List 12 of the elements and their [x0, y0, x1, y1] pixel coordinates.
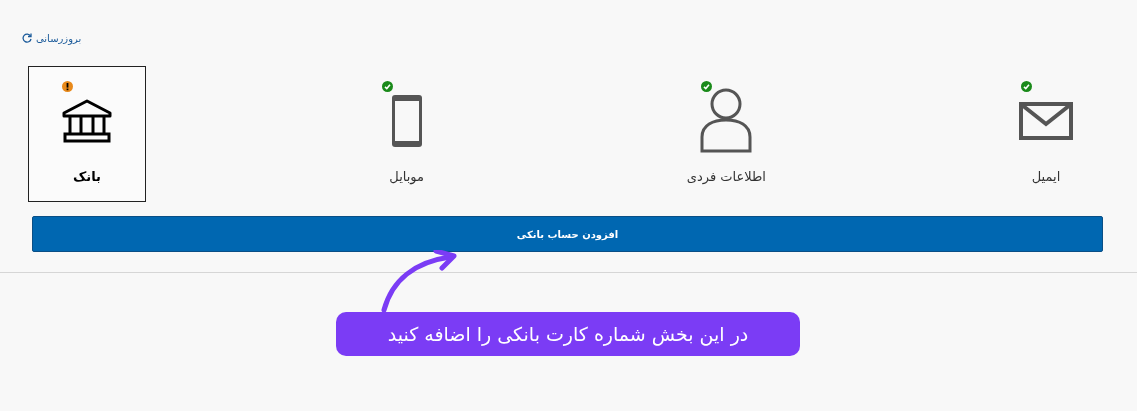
person-icon [699, 87, 754, 155]
step-tab[interactable]: اطلاعات فردی [667, 66, 786, 202]
step-tab[interactable]: بانک [28, 66, 147, 202]
callout-note: در این بخش شماره کارت بانکی را اضافه کنید [336, 312, 800, 356]
step-tab[interactable]: ایمیل [987, 66, 1105, 202]
refresh-icon [22, 33, 32, 43]
refresh-link[interactable]: بروزرسانی [22, 32, 82, 44]
envelope-icon [1019, 102, 1073, 140]
phone-icon [390, 94, 423, 148]
step-tab[interactable]: موبایل [347, 66, 466, 202]
bank-icon [62, 99, 113, 143]
add-bank-account-button[interactable]: افزودن حساب بانکی [32, 216, 1103, 252]
